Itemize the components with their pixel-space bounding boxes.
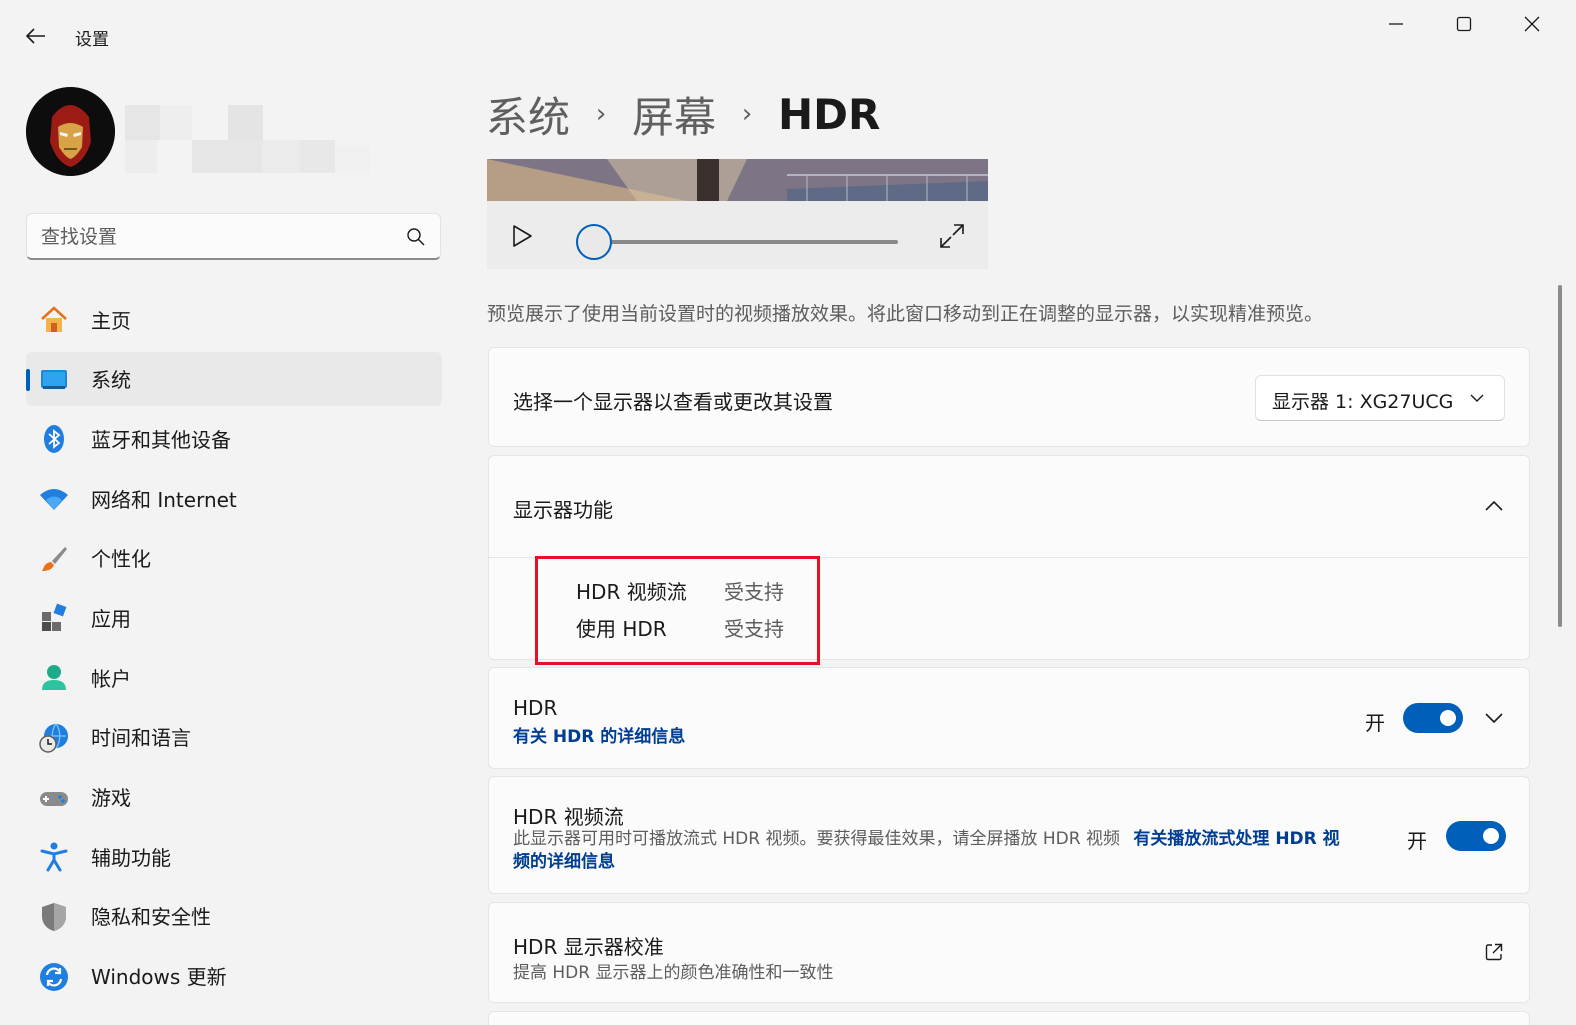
system-icon: [41, 369, 67, 389]
hdr-stream-card: HDR 视频流 此显示器可用时可播放流式 HDR 视频。要获得最佳效果，请全屏播…: [488, 776, 1530, 894]
hdr-calibration-desc: 提高 HDR 显示器上的颜色准确性和一致性: [513, 963, 834, 983]
scrollbar[interactable]: [1558, 285, 1562, 627]
hdr-stream-toggle-label: 开: [1407, 829, 1427, 853]
display-select-label: 选择一个显示器以查看或更改其设置: [513, 390, 833, 414]
display-dropdown-value: 显示器 1: XG27UCG: [1272, 391, 1454, 413]
nav-item-privacy[interactable]: 隐私和安全性: [26, 889, 442, 943]
close-icon: [1524, 16, 1540, 32]
nav-item-windows-update[interactable]: Windows 更新: [26, 949, 442, 1003]
globe-clock-icon: [39, 723, 68, 753]
hdr-stream-desc: 此显示器可用时可播放流式 HDR 视频。要获得最佳效果，请全屏播放 HDR 视频: [513, 829, 1120, 849]
fullscreen-icon[interactable]: [939, 223, 965, 249]
home-icon: [41, 306, 67, 332]
wifi-icon: [40, 489, 68, 511]
nav-label: 帐户: [91, 666, 131, 691]
back-arrow-icon: [26, 28, 45, 44]
search-icon[interactable]: [406, 227, 426, 247]
preview-note: 预览展示了使用当前设置时的视频播放效果。将此窗口移动到正在调整的显示器，以实现精…: [487, 303, 1324, 325]
breadcrumb-display[interactable]: 屏幕: [632, 84, 716, 145]
nav-item-home[interactable]: 主页: [26, 292, 442, 346]
nav-item-network[interactable]: 网络和 Internet: [26, 471, 442, 525]
gamepad-icon: [40, 791, 68, 806]
hdr-toggle[interactable]: [1403, 703, 1463, 733]
nav-label: Windows 更新: [91, 965, 227, 990]
hdr-calibration-card[interactable]: HDR 显示器校准 提高 HDR 显示器上的颜色准确性和一致性: [488, 902, 1530, 1003]
nav-label: 辅助功能: [91, 845, 171, 870]
chevron-down-icon: [1485, 713, 1503, 724]
hdr-info-link[interactable]: 有关 HDR 的详细信息: [513, 722, 685, 747]
hdr-stream-toggle[interactable]: [1446, 821, 1506, 851]
nav-label: 蓝牙和其他设备: [91, 427, 231, 452]
nav-label: 时间和语言: [91, 726, 191, 751]
bluetooth-icon: [44, 425, 64, 454]
video-progress-thumb[interactable]: [576, 224, 612, 260]
video-controls: [487, 201, 988, 269]
avatar[interactable]: [26, 87, 115, 176]
account-icon: [42, 665, 66, 691]
hdr-stream-link-cont[interactable]: 频的详细信息: [513, 852, 615, 872]
minimize-button[interactable]: [1366, 6, 1426, 42]
apps-icon: [42, 604, 67, 632]
nav-item-apps[interactable]: 应用: [26, 590, 442, 644]
open-external-icon[interactable]: [1484, 942, 1504, 962]
hdr-title: HDR: [513, 696, 558, 720]
video-frame-image: [487, 159, 988, 201]
next-card-partial: [488, 1011, 1530, 1025]
highlight-annotation: [535, 556, 820, 665]
nav-item-accounts[interactable]: 帐户: [26, 650, 442, 704]
nav-label: 主页: [91, 308, 131, 333]
hdr-stream-link[interactable]: 有关播放流式处理 HDR 视: [1133, 829, 1339, 849]
nav-label: 网络和 Internet: [91, 487, 237, 512]
page-title: HDR: [778, 89, 881, 139]
back-button[interactable]: [18, 18, 54, 54]
nav-item-system[interactable]: 系统: [26, 351, 442, 406]
chevron-right-icon: ›: [595, 99, 607, 129]
hdr-expand-button[interactable]: [1482, 706, 1506, 730]
nav-label: 系统: [91, 368, 131, 393]
maximize-button[interactable]: [1434, 6, 1494, 42]
hdr-card: HDR 有关 HDR 的详细信息 开: [488, 667, 1530, 769]
accessibility-icon: [40, 842, 68, 872]
hdr-toggle-label: 开: [1365, 711, 1385, 735]
search-box[interactable]: [26, 213, 441, 260]
shield-icon: [42, 902, 66, 931]
nav-item-time-language[interactable]: 时间和语言: [26, 710, 442, 764]
nav-label: 个性化: [91, 547, 151, 572]
title-bar: 设置: [0, 0, 1576, 72]
breadcrumb: 系统 › 屏幕 › HDR: [486, 84, 880, 144]
video-preview: [487, 159, 988, 201]
maximize-icon: [1456, 16, 1472, 32]
search-input[interactable]: [41, 223, 391, 251]
play-icon[interactable]: [509, 223, 535, 249]
chevron-down-icon: [1470, 394, 1484, 402]
update-icon: [40, 962, 68, 991]
hdr-stream-title: HDR 视频流: [513, 805, 624, 829]
nav-label: 应用: [91, 606, 131, 631]
nav-item-bluetooth[interactable]: 蓝牙和其他设备: [26, 411, 442, 465]
nav-label: 游戏: [91, 786, 131, 810]
video-progress-track[interactable]: [594, 240, 898, 244]
chevron-up-icon[interactable]: [1485, 499, 1503, 513]
breadcrumb-system[interactable]: 系统: [486, 84, 570, 145]
nav-sidebar: 主页 系统 蓝牙和其他设备 网络和 Internet 个性化 应用 帐户 时间和…: [26, 292, 442, 1008]
ironman-avatar-icon: [26, 87, 115, 176]
nav-item-accessibility[interactable]: 辅助功能: [26, 829, 442, 883]
close-button[interactable]: [1502, 6, 1562, 42]
display-dropdown[interactable]: 显示器 1: XG27UCG: [1255, 375, 1505, 421]
app-title: 设置: [75, 30, 109, 50]
display-select-card: 选择一个显示器以查看或更改其设置 显示器 1: XG27UCG: [488, 347, 1530, 447]
display-features-title: 显示器功能: [513, 498, 613, 522]
nav-label: 隐私和安全性: [91, 905, 211, 930]
user-name-redacted: [125, 105, 370, 175]
display-features-header[interactable]: 显示器功能: [489, 456, 1529, 557]
hdr-calibration-title: HDR 显示器校准: [513, 935, 664, 959]
brush-icon: [42, 546, 67, 571]
hdr-stream-desc-block: 此显示器可用时可播放流式 HDR 视频。要获得最佳效果，请全屏播放 HDR 视频…: [513, 828, 1373, 874]
chevron-right-icon: ›: [741, 99, 753, 129]
nav-item-personalization[interactable]: 个性化: [26, 531, 442, 585]
nav-item-gaming[interactable]: 游戏: [26, 770, 442, 824]
minimize-icon: [1389, 23, 1403, 25]
